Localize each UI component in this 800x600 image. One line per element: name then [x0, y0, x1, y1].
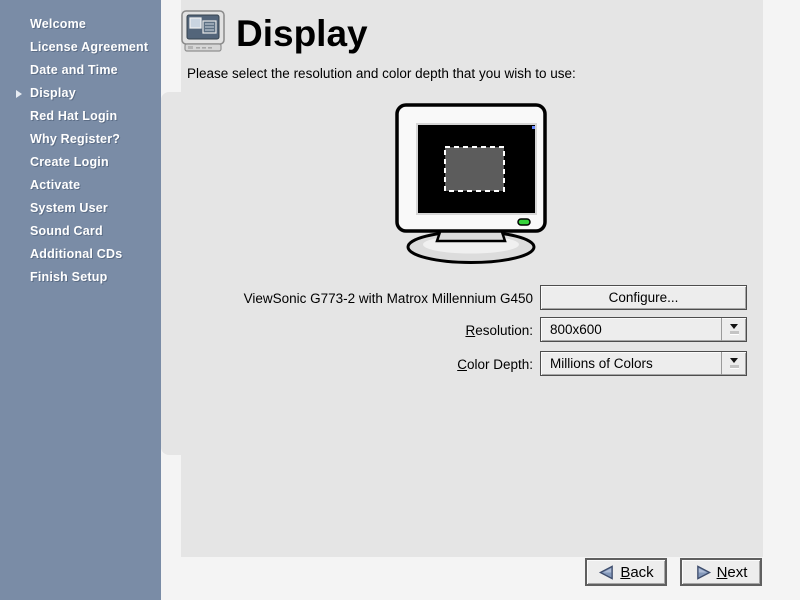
- sidebar-item-why-register: Why Register?: [0, 128, 161, 151]
- sidebar-item-welcome: Welcome: [0, 13, 161, 36]
- sidebar-item-finish-setup: Finish Setup: [0, 266, 161, 289]
- page-title: Display: [236, 13, 368, 55]
- content-panel-flange: [161, 92, 182, 455]
- sidebar-item-date-and-time: Date and Time: [0, 59, 161, 82]
- sidebar-item-red-hat-login: Red Hat Login: [0, 105, 161, 128]
- sidebar-item-activate: Activate: [0, 174, 161, 197]
- resolution-label: Resolution:: [193, 323, 533, 338]
- sidebar-item-sound-card: Sound Card: [0, 220, 161, 243]
- chevron-down-icon: [721, 352, 746, 375]
- next-arrow-icon: [695, 564, 712, 581]
- next-button[interactable]: Next: [680, 558, 762, 586]
- power-led: [518, 219, 530, 225]
- resolution-value: 800x600: [541, 318, 721, 341]
- active-step-arrow-icon: [16, 90, 22, 98]
- instruction-text: Please select the resolution and color d…: [187, 66, 576, 81]
- device-label: ViewSonic G773-2 with Matrox Millennium …: [193, 291, 533, 306]
- sidebar-item-create-login: Create Login: [0, 151, 161, 174]
- back-button-label: Back: [620, 564, 653, 581]
- resolution-selection-rect: [445, 147, 504, 191]
- sidebar-item-additional-cds: Additional CDs: [0, 243, 161, 266]
- back-arrow-icon: [598, 564, 615, 581]
- display-monitor-icon: [179, 8, 227, 56]
- setup-steps-sidebar: Welcome License Agreement Date and Time …: [0, 0, 161, 600]
- configure-button[interactable]: Configure...: [540, 285, 747, 310]
- next-button-label: Next: [717, 564, 748, 581]
- crt-monitor-illustration: [384, 100, 558, 266]
- color-depth-select[interactable]: Millions of Colors: [540, 351, 747, 376]
- sidebar-item-license-agreement: License Agreement: [0, 36, 161, 59]
- sidebar-item-system-user: System User: [0, 197, 161, 220]
- content-panel: [181, 0, 763, 557]
- color-depth-label: Color Depth:: [193, 357, 533, 372]
- back-button[interactable]: Back: [585, 558, 667, 586]
- resolution-select[interactable]: 800x600: [540, 317, 747, 342]
- sidebar-item-display: Display: [0, 82, 161, 105]
- screen-corner-pixel: [532, 126, 535, 129]
- color-depth-value: Millions of Colors: [541, 352, 721, 375]
- chevron-down-icon: [721, 318, 746, 341]
